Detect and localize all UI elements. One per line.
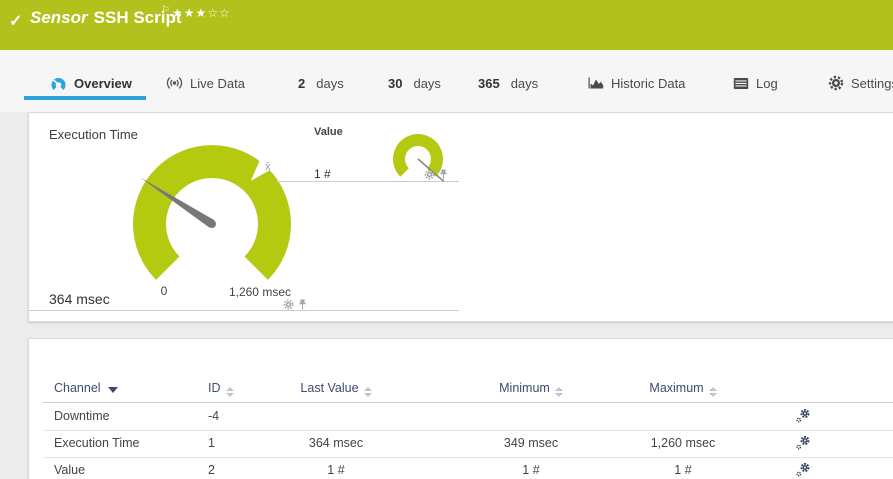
pin-icon[interactable] <box>298 299 307 310</box>
cell-last-value: 364 msec <box>308 436 364 450</box>
gear-icon <box>828 75 844 91</box>
value-channel-title: Value <box>314 126 343 138</box>
table-row[interactable]: Downtime -4 <box>29 403 893 430</box>
column-header-maximum[interactable]: Maximum <box>613 381 753 397</box>
channel-gear-icon[interactable] <box>424 169 435 180</box>
tab-2-days-label: days <box>316 75 344 91</box>
cell-maximum: 1 # <box>674 463 692 477</box>
tab-365-days[interactable]: 365 days <box>478 72 538 94</box>
value-channel-current-value: 1 # <box>314 167 331 181</box>
value-gauge[interactable] <box>386 129 452 189</box>
page-title-prefix: Sensor <box>30 8 88 27</box>
cell-id: -4 <box>208 409 220 423</box>
status-ok-check-icon: ✓ <box>9 13 23 30</box>
average-marker-label: x̄ <box>265 161 271 173</box>
tab-365-days-number: 365 <box>478 75 500 91</box>
tab-historic-data[interactable]: Historic Data <box>588 72 685 94</box>
sort-icon <box>554 387 563 397</box>
tab-365-days-label: days <box>510 75 539 91</box>
column-header-minimum[interactable]: Minimum <box>461 381 601 397</box>
pin-icon[interactable] <box>439 169 448 180</box>
tab-live-data-label: Live Data <box>190 75 245 91</box>
page-title: Sensor SSH Script <box>30 8 182 28</box>
tab-log[interactable]: Log <box>733 72 778 94</box>
sort-desc-icon <box>107 387 118 393</box>
column-header-channel[interactable]: Channel <box>54 381 204 395</box>
active-tab-underline <box>24 96 146 100</box>
table-row[interactable]: Value 2 1 # 1 # 1 # <box>29 457 893 479</box>
gauge-scale-max: 1,260 msec <box>228 285 291 299</box>
tab-30-days-label: days <box>413 75 441 91</box>
sort-icon <box>708 387 717 397</box>
gauge-icon <box>51 77 66 90</box>
channel-settings-gears-icon[interactable] <box>795 435 815 454</box>
channel-settings-gears-icon[interactable] <box>795 462 815 479</box>
column-header-id[interactable]: ID <box>208 381 268 397</box>
flag-icon[interactable]: ⚐ <box>161 5 170 16</box>
log-list-icon <box>733 77 749 89</box>
tab-live-data[interactable]: Live Data <box>166 72 245 94</box>
live-data-icon <box>166 77 183 89</box>
sort-icon <box>363 387 372 397</box>
tab-log-label: Log <box>756 75 778 91</box>
table-row[interactable]: Execution Time 1 364 msec 349 msec 1,260… <box>29 430 893 457</box>
cell-channel: Downtime <box>54 409 110 423</box>
execution-time-current-value: 364 msec <box>49 291 110 307</box>
tab-bar: Overview Live Data 2 days 30 days 365 da… <box>0 50 893 112</box>
area-chart-icon <box>588 77 604 89</box>
cell-minimum: 1 # <box>522 463 540 477</box>
tab-settings[interactable]: Settings <box>828 72 893 94</box>
cell-last-value: 1 # <box>327 463 345 477</box>
tab-30-days-number: 30 <box>388 75 403 91</box>
cell-id: 1 <box>208 436 215 450</box>
sensor-title-bar: ✓ Sensor SSH Script ⚐ ★★★☆☆ <box>0 0 893 50</box>
prtg-sensor-page: ✓ Sensor SSH Script ⚐ ★★★☆☆ Overview Live… <box>0 0 893 479</box>
sort-icon <box>225 387 234 397</box>
cell-channel: Value <box>54 463 86 477</box>
cell-minimum: 349 msec <box>503 436 559 450</box>
tab-2-days[interactable]: 2 days <box>298 72 344 94</box>
tab-30-days[interactable]: 30 days <box>388 72 441 94</box>
channel-gear-icon[interactable] <box>283 299 294 310</box>
cell-channel: Execution Time <box>54 436 140 450</box>
tab-overview[interactable]: Overview <box>50 72 132 94</box>
overview-gauges-panel: Execution Time x̄ 0 1,260 msec 364 msec … <box>28 112 893 322</box>
tab-settings-label: Settings <box>851 75 893 91</box>
channel-table-panel: Channel ID Last Value Minimum Maximum Do… <box>28 338 893 479</box>
channel-settings-gears-icon[interactable] <box>795 408 815 427</box>
tab-historic-data-label: Historic Data <box>611 75 686 91</box>
cell-id: 2 <box>208 463 215 477</box>
execution-time-gauge[interactable]: x̄ <box>107 126 317 296</box>
column-header-last-value[interactable]: Last Value <box>266 381 406 397</box>
tab-2-days-number: 2 <box>298 75 306 91</box>
gauge-footer-divider <box>29 310 459 311</box>
cell-maximum: 1,260 msec <box>650 436 716 450</box>
table-header-row: Channel ID Last Value Minimum Maximum <box>29 375 893 402</box>
priority-stars[interactable]: ★★★☆☆ <box>172 6 231 20</box>
tab-overview-label: Overview <box>74 75 132 91</box>
